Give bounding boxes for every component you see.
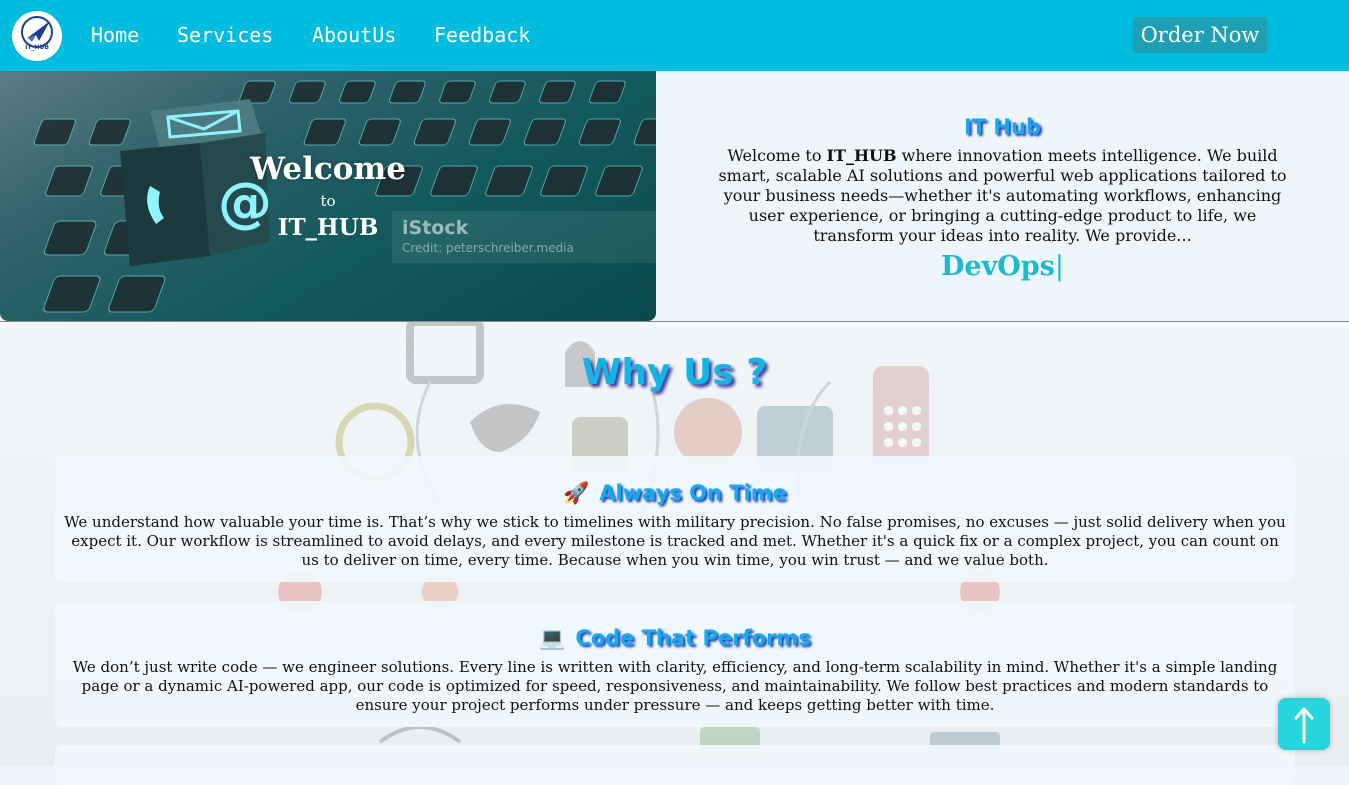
info-desc-brand: IT_HUB (826, 146, 897, 165)
feature-card-title: 🚀 Always On Time (55, 479, 1295, 507)
order-now-button[interactable]: Order Now (1133, 17, 1267, 53)
nav-link-services[interactable]: Services (177, 22, 273, 48)
hero-welcome-to: to (320, 192, 336, 210)
laptop-icon: 💻 (539, 626, 566, 650)
airplane-logo-icon (21, 16, 53, 48)
feature-card-code-that-performs: 💻 Code That Performs We don’t just write … (55, 601, 1295, 727)
info-title: IT Hub (963, 115, 1041, 139)
nav-link-feedback[interactable]: Feedback (434, 22, 530, 48)
stock-watermark: iStock (402, 217, 469, 239)
why-us-title: Why Us ? (581, 352, 768, 393)
info-desc-prefix: Welcome to (727, 146, 827, 165)
navbar: IT_HUB Home Services AboutUs Feedback Or… (0, 0, 1349, 71)
feature-card-title-text: Always On Time (599, 481, 787, 505)
info-description: Welcome to IT_HUB where innovation meets… (716, 146, 1289, 246)
nav-link-aboutus[interactable]: AboutUs (312, 22, 396, 48)
rocket-icon: 🚀 (563, 481, 590, 505)
typed-word: DevOps (941, 251, 1055, 282)
stock-credit: Credit: peterschreiber.media (402, 241, 574, 255)
logo-text: IT_HUB (25, 44, 49, 51)
hero-info-panel: IT Hub Welcome to IT_HUB where innovatio… (656, 71, 1349, 321)
typed-service-text: DevOps| (656, 251, 1349, 282)
arrow-up-icon (1294, 707, 1314, 744)
feature-card-title: 💻 Code That Performs (55, 624, 1295, 652)
typed-caret: | (1054, 251, 1064, 282)
feature-card-text: We understand how valuable your time is.… (64, 513, 1286, 569)
feature-card-title-text: Code That Performs (575, 626, 811, 650)
nav-link-home[interactable]: Home (91, 22, 139, 48)
feature-card-always-on-time: 🚀 Always On Time We understand how valuab… (55, 456, 1295, 582)
scroll-to-top-button[interactable] (1278, 698, 1330, 750)
logo-icon[interactable]: IT_HUB (12, 11, 62, 61)
hero-welcome-title: Welcome (250, 151, 406, 187)
feature-card-partial (55, 745, 1295, 785)
feature-card-text: We don’t just write code — we engineer s… (72, 658, 1278, 714)
hero-image: @ Welcome to IT_HUB iStock Credit: peter… (0, 71, 656, 321)
